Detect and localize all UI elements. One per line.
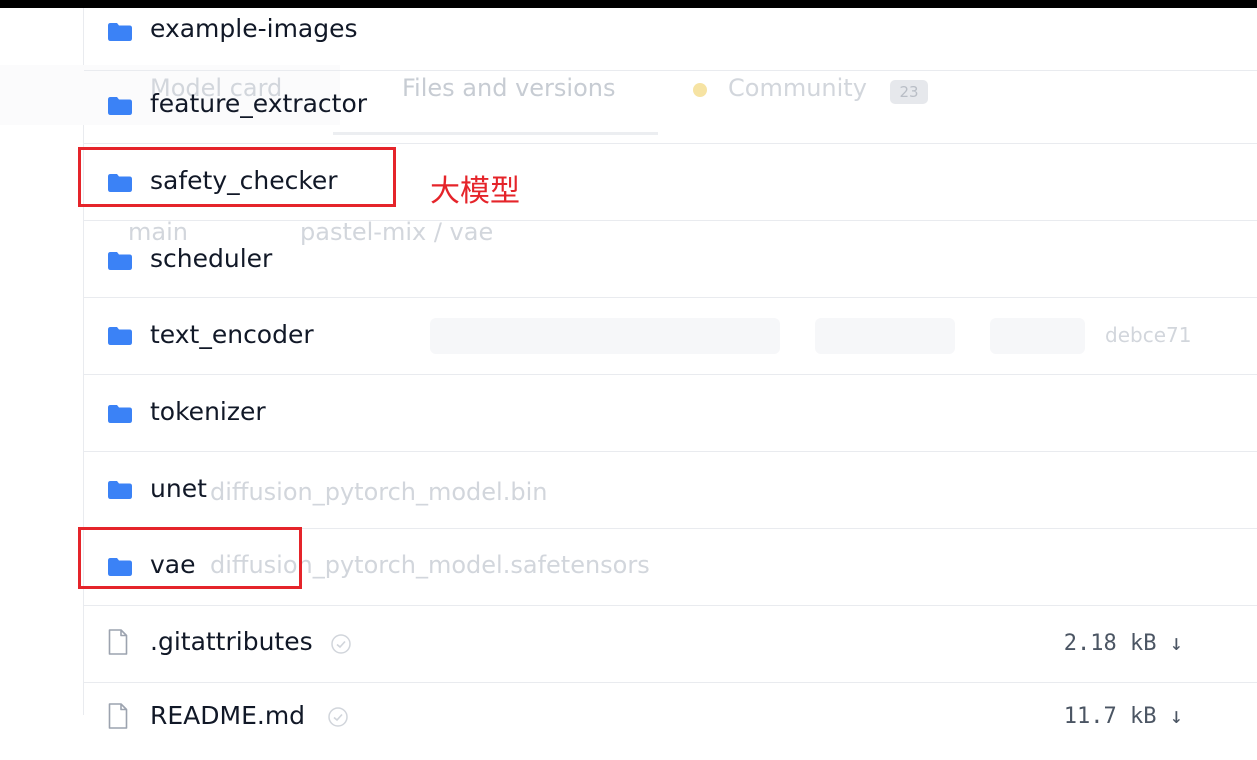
file-name[interactable]: unet (150, 474, 207, 503)
file-name[interactable]: feature_extractor (150, 89, 367, 118)
file-size[interactable]: 11.7 kB ↓ (1064, 704, 1183, 729)
list-item[interactable]: text_encoder (84, 298, 1257, 375)
folder-icon (108, 252, 132, 270)
folder-icon (108, 481, 132, 499)
file-name[interactable]: README.md (150, 701, 305, 730)
list-item[interactable]: tokenizer (84, 375, 1257, 452)
verified-icon (331, 634, 351, 654)
file-name[interactable]: .gitattributes (150, 627, 313, 656)
verified-icon (328, 707, 348, 727)
list-item[interactable]: .gitattributes 2.18 kB ↓ (84, 606, 1257, 683)
list-item[interactable]: README.md 11.7 kB ↓ (84, 683, 1257, 760)
folder-icon (108, 327, 132, 345)
file-name[interactable]: tokenizer (150, 397, 266, 426)
file-name[interactable]: text_encoder (150, 320, 314, 349)
annotation-label: 大模型 (430, 174, 520, 209)
folder-icon (108, 23, 132, 41)
file-size[interactable]: 2.18 kB ↓ (1064, 631, 1183, 656)
list-item[interactable]: unet (84, 452, 1257, 529)
file-name[interactable]: scheduler (150, 244, 272, 273)
file-icon (108, 629, 128, 655)
file-icon (108, 703, 128, 729)
folder-icon (108, 97, 132, 115)
list-item[interactable]: feature_extractor (84, 67, 1257, 144)
list-item[interactable]: scheduler (84, 221, 1257, 298)
file-list: example-images feature_extractor safety_… (84, 0, 1257, 730)
annotation-box-vae (78, 527, 302, 589)
annotation-box-safety-checker (78, 147, 396, 207)
folder-icon (108, 405, 132, 423)
file-name[interactable]: example-images (150, 14, 358, 43)
list-item[interactable]: example-images (84, 0, 1257, 71)
